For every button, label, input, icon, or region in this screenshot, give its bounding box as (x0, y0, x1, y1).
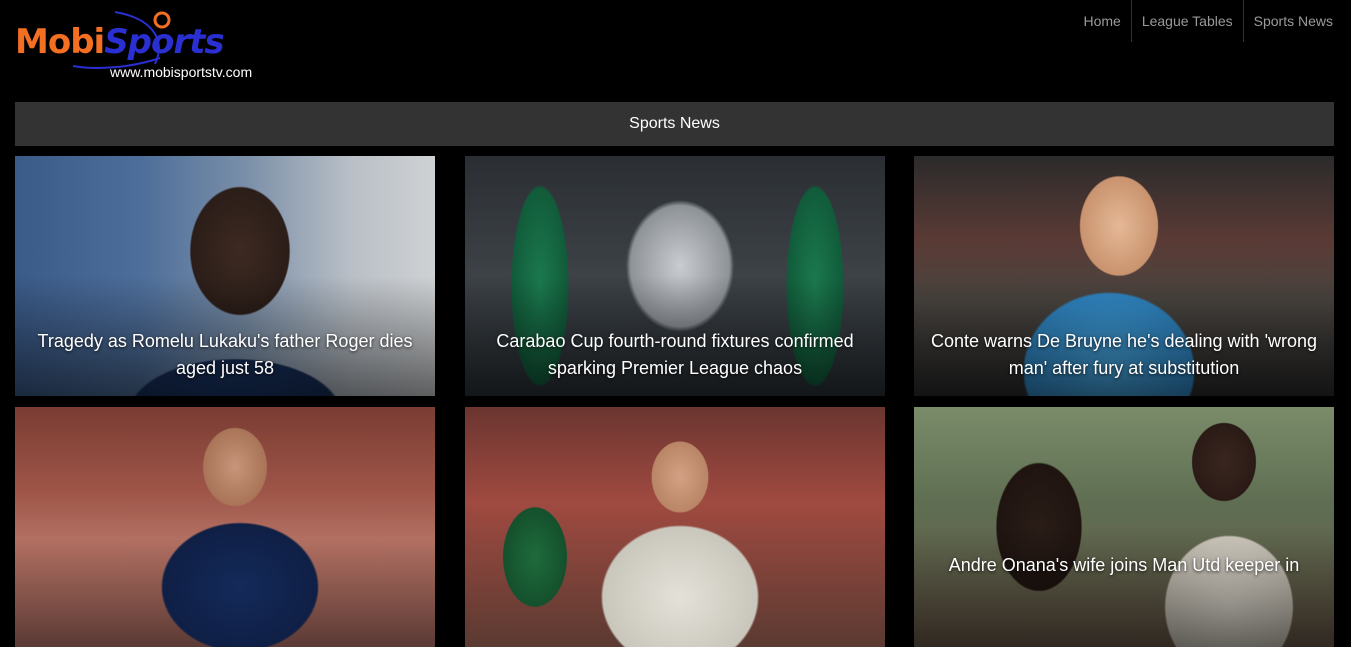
news-card-title: Carabao Cup fourth-round fixtures confir… (496, 331, 854, 378)
news-card-carabao[interactable]: Carabao Cup fourth-round fixtures confir… (465, 156, 885, 396)
nav-league-tables[interactable]: League Tables (1130, 0, 1243, 42)
news-thumbnail-image (15, 407, 435, 647)
site-header: MobiSports www.mobisportstv.com Home Lea… (0, 0, 1351, 102)
news-card-espirito-santo[interactable] (15, 407, 435, 647)
section-title-bar: Sports News (15, 102, 1334, 146)
nav-sports-news[interactable]: Sports News (1242, 0, 1343, 42)
news-card-kane[interactable] (465, 407, 885, 647)
top-navigation: Home League Tables Sports News (1073, 0, 1343, 42)
site-logo[interactable]: MobiSports www.mobisportstv.com (15, 8, 290, 88)
section-title: Sports News (629, 115, 720, 132)
news-card-title: Conte warns De Bruyne he's dealing with … (930, 331, 1318, 378)
news-card-debruyne[interactable]: Conte warns De Bruyne he's dealing with … (914, 156, 1334, 396)
logo-sports-text: Sports (104, 22, 224, 62)
news-card-onana[interactable]: Andre Onana's wife joins Man Utd keeper … (914, 407, 1334, 647)
nav-home[interactable]: Home (1073, 0, 1130, 42)
news-thumbnail-image (465, 407, 885, 647)
logo-wordmark: MobiSports (15, 22, 225, 62)
logo-mobi-text: Mobi (15, 22, 105, 62)
logo-url: www.mobisportstv.com (110, 64, 253, 80)
news-card-lukaku[interactable]: Tragedy as Romelu Lukaku's father Roger … (15, 156, 435, 396)
caption-overlay (914, 527, 1334, 647)
news-card-title: Tragedy as Romelu Lukaku's father Roger … (37, 331, 413, 378)
